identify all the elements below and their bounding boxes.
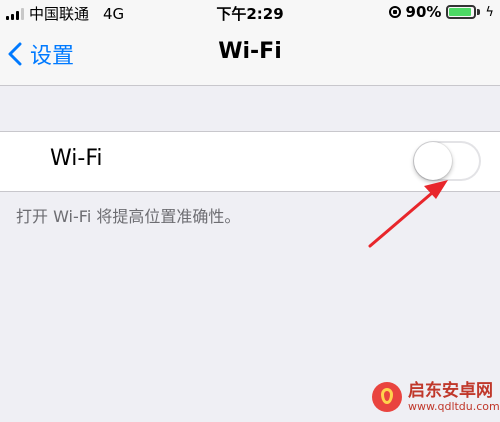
wifi-row-label: Wi-Fi [50,146,103,171]
watermark-logo-icon [372,382,402,413]
battery-fill [449,8,471,16]
watermark-title: 启东安卓网 [408,381,493,401]
battery-percent: 90% [405,3,442,21]
battery-cap [477,9,481,15]
navigation-bar: 设置 Wi-Fi [0,24,500,86]
wifi-row: Wi-Fi [0,131,500,192]
orientation-lock-icon [388,6,401,18]
charging-bolt-icon: ϟ [485,4,494,20]
battery-icon [446,5,477,19]
status-bar: 中国联通 4G 下午2:29 90% ϟ [0,0,500,24]
footer-note: 打开 Wi-Fi 将提高位置准确性。 [16,207,241,226]
watermark: 启东安卓网 www.qdltdu.com [372,382,500,413]
watermark-text: 启东安卓网 www.qdltdu.com [408,382,500,413]
status-right: 90% ϟ [388,3,494,21]
page-title: Wi-Fi [218,39,282,64]
toggle-knob [414,142,452,180]
wifi-toggle[interactable] [413,141,481,181]
watermark-url: www.qdltdu.com [408,399,500,413]
